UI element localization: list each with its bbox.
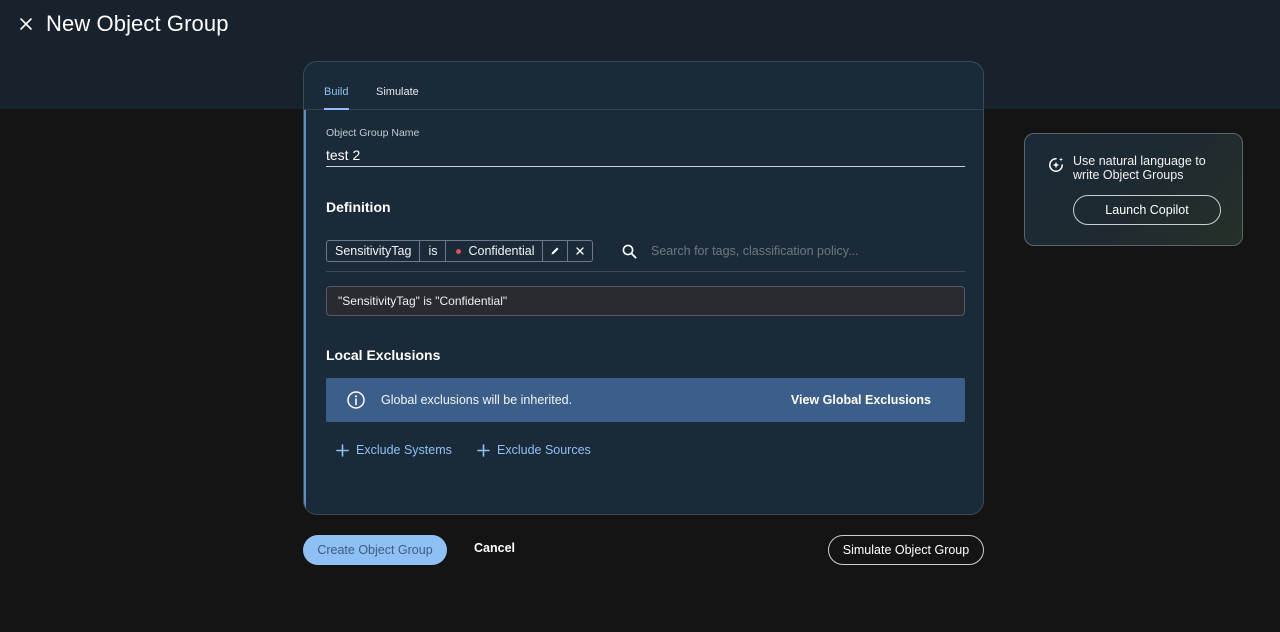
copilot-description: Use natural language to write Object Gro… [1073,154,1206,182]
local-exclusions-title: Local Exclusions [326,347,441,363]
cancel-button[interactable]: Cancel [474,541,515,555]
page-header: New Object Group [18,10,229,38]
exclude-systems-label: Exclude Systems [356,443,452,457]
object-group-name-input[interactable] [326,143,965,167]
divider [326,271,965,272]
copilot-sparkle-icon [1049,157,1063,172]
plus-icon [477,443,490,457]
page-title: New Object Group [46,11,229,36]
chip-value[interactable]: Confidential [446,240,544,262]
expression-text: "SensitivityTag" is "Confidential" [338,294,508,308]
exclude-systems-button[interactable]: Exclude Systems [336,443,452,457]
close-icon[interactable] [18,16,34,32]
search-icon [622,244,637,258]
chip-operator[interactable]: is [420,240,447,262]
create-object-group-button[interactable]: Create Object Group [303,535,447,565]
tab-build[interactable]: Build [324,86,348,98]
close-icon [576,247,585,255]
definition-title: Definition [326,199,391,215]
info-icon [347,391,365,409]
view-global-exclusions-link[interactable]: View Global Exclusions [791,393,931,407]
exclude-sources-label: Exclude Sources [497,443,591,457]
info-banner: Global exclusions will be inherited. Vie… [326,378,965,422]
edit-chip-button[interactable] [543,240,569,262]
copilot-panel: Use natural language to write Object Gro… [1024,133,1243,246]
simulate-object-group-button[interactable]: Simulate Object Group [828,535,984,565]
plus-icon [336,443,349,457]
remove-chip-button[interactable] [568,240,594,262]
object-group-card: Build Simulate Object Group Name Definit… [303,61,984,515]
tab-bar: Build Simulate [304,62,983,110]
launch-copilot-button[interactable]: Launch Copilot [1073,195,1221,225]
tab-simulate[interactable]: Simulate [376,86,419,98]
build-panel: Object Group Name Definition Sensitivity… [304,110,983,514]
expression-preview: "SensitivityTag" is "Confidential" [326,286,965,316]
definition-search [622,240,951,262]
chip-value-label: Confidential [468,244,535,258]
definition-chip: SensitivityTag is Confidential [326,240,594,262]
name-field-label: Object Group Name [326,127,420,139]
chip-key[interactable]: SensitivityTag [326,240,421,262]
status-dot [456,248,462,254]
info-text: Global exclusions will be inherited. [381,393,573,407]
search-input[interactable] [651,240,951,262]
pencil-icon [551,247,559,255]
exclude-sources-button[interactable]: Exclude Sources [477,443,591,457]
